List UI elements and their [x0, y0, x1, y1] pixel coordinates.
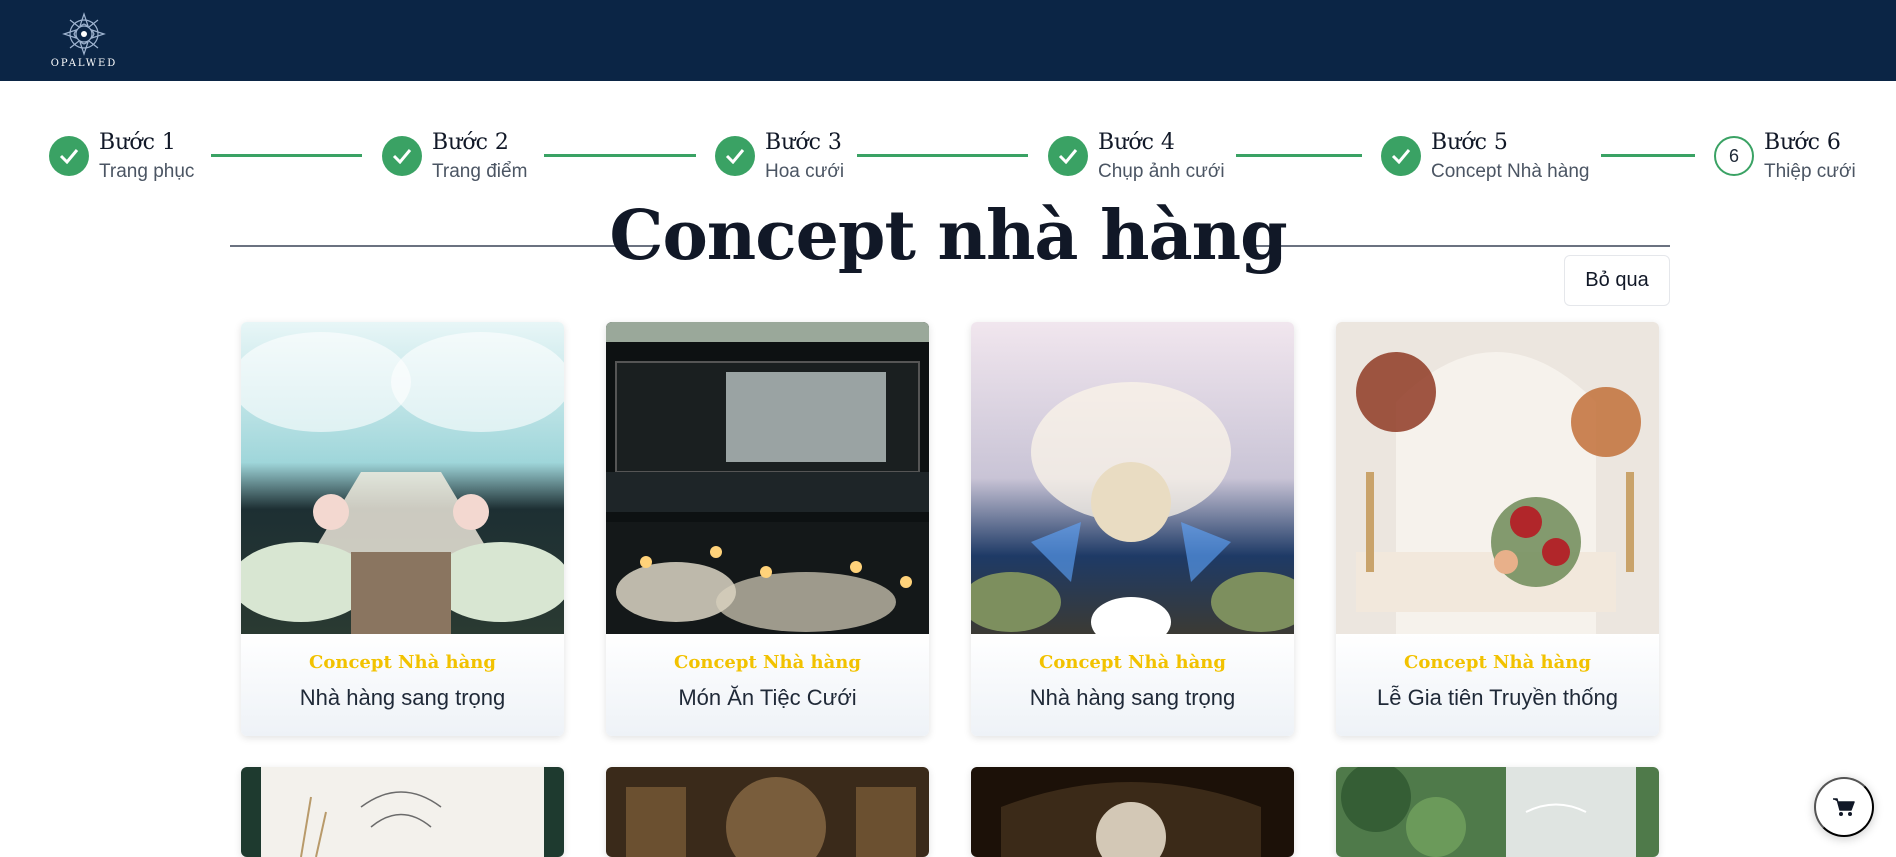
cart-icon [1833, 798, 1855, 816]
card-category: Concept Nhà hàng [1404, 652, 1591, 673]
card-category: Concept Nhà hàng [1039, 652, 1226, 673]
top-navbar: OPALWED [0, 0, 1896, 81]
step-subtitle: Thiệp cưới [1764, 161, 1856, 182]
check-icon [1381, 136, 1421, 176]
check-icon [715, 136, 755, 176]
step-title: Bước 5 [1431, 130, 1508, 155]
cart-button[interactable] [1814, 777, 1874, 837]
concept-card[interactable]: Concept Nhà hàng Nhà hàng sang trọng [241, 322, 564, 736]
logo-emblem-icon [62, 12, 106, 56]
concept-card[interactable] [241, 767, 564, 857]
step-subtitle: Trang phục [99, 161, 195, 182]
card-category: Concept Nhà hàng [309, 652, 496, 673]
card-title: Nhà hàng sang trọng [299, 685, 506, 710]
card-category: Concept Nhà hàng [674, 652, 861, 673]
card-image [241, 322, 564, 634]
card-image [1336, 322, 1659, 634]
concept-card[interactable]: Concept Nhà hàng Món Ăn Tiệc Cưới [606, 322, 929, 736]
step-subtitle: Chụp ảnh cưới [1098, 161, 1225, 182]
step-title: Bước 4 [1098, 130, 1175, 155]
card-title: Món Ăn Tiệc Cưới [678, 685, 857, 710]
check-icon [382, 136, 422, 176]
card-body: Concept Nhà hàng Nhà hàng sang trọng [241, 634, 564, 736]
card-image [971, 767, 1294, 857]
step-connector [211, 154, 362, 157]
step-connector [1601, 154, 1695, 157]
step-title: Bước 2 [432, 130, 509, 155]
card-body: Concept Nhà hàng Món Ăn Tiệc Cưới [606, 634, 929, 736]
card-title: Lễ Gia tiên Truyền thống [1377, 685, 1618, 710]
concept-card[interactable] [1336, 767, 1659, 857]
card-image [606, 322, 929, 634]
step-subtitle: Trang điểm [432, 161, 528, 182]
step-title: Bước 6 [1764, 130, 1841, 155]
card-body: Concept Nhà hàng Nhà hàng sang trọng [971, 634, 1294, 736]
card-image [1336, 767, 1659, 857]
step-subtitle: Concept Nhà hàng [1431, 161, 1590, 182]
brand-name: OPALWED [50, 58, 118, 69]
concept-card[interactable]: Concept Nhà hàng Nhà hàng sang trọng [971, 322, 1294, 736]
card-body: Concept Nhà hàng Lễ Gia tiên Truyền thốn… [1336, 634, 1659, 736]
progress-stepper: Bước 1 Trang phục Bước 2 Trang điểm Bước… [0, 130, 1896, 190]
step-connector [857, 154, 1028, 157]
concept-card[interactable]: Concept Nhà hàng Lễ Gia tiên Truyền thốn… [1336, 322, 1659, 736]
step-title: Bước 1 [99, 130, 176, 155]
step-number-circle: 6 [1714, 136, 1754, 176]
step-connector [544, 154, 696, 157]
concept-card[interactable] [971, 767, 1294, 857]
step-subtitle: Hoa cưới [765, 161, 845, 182]
card-title: Nhà hàng sang trọng [1029, 685, 1236, 710]
card-image [606, 767, 929, 857]
step-connector [1236, 154, 1362, 157]
skip-button[interactable]: Bỏ qua [1564, 255, 1670, 306]
check-icon [1048, 136, 1088, 176]
concept-card[interactable] [606, 767, 929, 857]
card-image [241, 767, 564, 857]
check-icon [49, 136, 89, 176]
card-image [971, 322, 1294, 634]
step-title: Bước 3 [765, 130, 842, 155]
brand-logo[interactable]: OPALWED [46, 12, 122, 70]
